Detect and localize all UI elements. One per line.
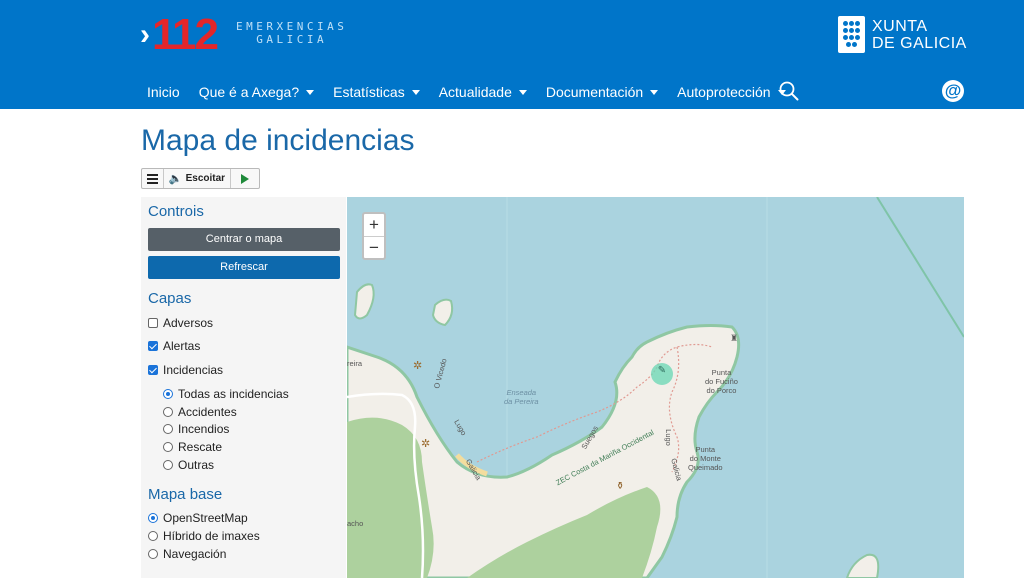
zoom-control: + −	[362, 212, 386, 260]
listen-button[interactable]: 🔈 Escoitar	[164, 169, 231, 188]
map-sidebar: Controis Centrar o mapa Refrescar Capas …	[141, 197, 346, 578]
viewpoint-icon: ✲	[421, 438, 431, 450]
filter-incendios[interactable]: Incendios	[163, 422, 229, 436]
option-label: Todas as incidencias	[178, 387, 289, 401]
radio[interactable]	[163, 442, 173, 452]
poi-icon: ⚱	[616, 481, 625, 492]
lighthouse-icon: ♜	[730, 333, 739, 343]
filter-todas[interactable]: Todas as incidencias	[163, 387, 289, 401]
nav-item-actualidade[interactable]: Actualidade	[432, 84, 534, 100]
radio[interactable]	[148, 531, 158, 541]
logo-line-2: GALICIA	[256, 33, 328, 46]
xunta-shield-icon	[838, 16, 865, 53]
nav-item-autoproteccion[interactable]: Autoprotección	[670, 84, 792, 100]
xunta-line-1: XUNTA	[872, 17, 928, 35]
layer-adversos[interactable]: Adversos	[148, 316, 213, 330]
nav-item-documentacion[interactable]: Documentación	[539, 84, 665, 100]
map-label-enseada: Enseada da Pereira	[504, 388, 539, 406]
map-label-punta-monte: Punta do Monte Queimado	[688, 445, 723, 472]
layer-alertas[interactable]: Alertas	[148, 339, 200, 353]
search-icon[interactable]	[779, 81, 799, 101]
option-label: Outras	[178, 458, 215, 472]
radio[interactable]	[148, 513, 158, 523]
nav-item-estatisticas[interactable]: Estatísticas	[326, 84, 427, 100]
caret-down-icon	[650, 89, 659, 95]
speaker-icon: 🔈	[168, 173, 183, 185]
option-label: Accidentes	[178, 405, 237, 419]
xunta-text: XUNTA DE GALICIA	[872, 18, 967, 52]
logo-line-1: EMERXENCIAS	[236, 20, 348, 33]
basemap-title: Mapa base	[148, 486, 223, 503]
basemap-navegacion[interactable]: Navegación	[148, 547, 226, 561]
option-label: Incendios	[178, 422, 230, 436]
map-label-lugo-2: Lugo	[663, 429, 673, 446]
map-label-acho: acho	[347, 519, 364, 528]
option-label: Alertas	[163, 339, 201, 353]
filter-rescate[interactable]: Rescate	[163, 440, 222, 454]
nav-label: Que é a Axega?	[198, 84, 300, 100]
option-label: Híbrido de imaxes	[163, 529, 260, 543]
caret-down-icon	[306, 89, 315, 95]
radio[interactable]	[163, 407, 173, 417]
radio[interactable]	[163, 460, 173, 470]
emerxencias-112-logo[interactable]: › 112 EMERXENCIAS GALICIA	[140, 10, 344, 59]
checkbox[interactable]	[148, 318, 158, 328]
map-label-punta-porco: Punta do Fuciño do Porco	[705, 368, 738, 395]
option-label: Navegación	[163, 547, 227, 561]
logo-text: EMERXENCIAS GALICIA	[236, 20, 347, 46]
hamburger-menu-icon[interactable]	[142, 169, 164, 188]
main-nav: Inicio Que é a Axega? Estatísticas Actua…	[140, 80, 798, 104]
zoom-out-button[interactable]: −	[364, 236, 384, 258]
play-icon	[241, 173, 249, 184]
viewpoint-icon: ✲	[413, 360, 423, 372]
read-speaker-toolbar: 🔈 Escoitar	[141, 168, 260, 189]
listen-label: Escoitar	[185, 173, 226, 184]
page-title: Mapa de incidencias	[141, 124, 415, 157]
option-label: Incidencias	[163, 363, 224, 377]
filter-accidentes[interactable]: Accidentes	[163, 405, 237, 419]
alert-marker-icon[interactable]: ✎	[651, 365, 673, 383]
nav-label: Actualidade	[438, 84, 512, 100]
basemap-hibrido[interactable]: Híbrido de imaxes	[148, 529, 260, 543]
layers-title: Capas	[148, 290, 192, 307]
nav-label: Documentación	[545, 84, 644, 100]
radio[interactable]	[163, 389, 173, 399]
site-header: › 112 EMERXENCIAS GALICIA XUNTA DE GALIC…	[0, 0, 1024, 109]
nav-label: Autoprotección	[677, 84, 771, 100]
radio[interactable]	[148, 549, 158, 559]
radio[interactable]	[163, 424, 173, 434]
option-label: Adversos	[163, 316, 214, 330]
nav-item-inicio[interactable]: Inicio	[140, 84, 187, 100]
controls-title: Controis	[148, 203, 204, 220]
xunta-line-2: DE GALICIA	[872, 34, 967, 52]
option-label: OpenStreetMap	[163, 511, 248, 525]
map-label-reira: reira	[347, 359, 363, 368]
nav-label: Estatísticas	[333, 84, 405, 100]
filter-outras[interactable]: Outras	[163, 458, 214, 472]
logo-number: 112	[152, 10, 219, 59]
xunta-logo[interactable]: XUNTA DE GALICIA	[838, 16, 967, 53]
refresh-button[interactable]: Refrescar	[148, 256, 340, 279]
caret-down-icon	[518, 89, 527, 95]
caret-down-icon	[411, 89, 420, 95]
zoom-in-button[interactable]: +	[364, 214, 384, 236]
layer-incidencias[interactable]: Incidencias	[148, 363, 223, 377]
play-button[interactable]	[231, 169, 259, 188]
at-icon[interactable]: @	[942, 80, 964, 102]
chevron-right-icon: ›	[140, 18, 150, 51]
checkbox[interactable]	[148, 341, 158, 351]
option-label: Rescate	[178, 440, 223, 454]
incidents-map[interactable]: + − Enseada da Pereira Punta do Fuciño d…	[347, 197, 964, 578]
basemap-openstreetmap[interactable]: OpenStreetMap	[148, 511, 248, 525]
nav-label: Inicio	[147, 84, 180, 100]
checkbox[interactable]	[148, 365, 158, 375]
center-map-button[interactable]: Centrar o mapa	[148, 228, 340, 251]
nav-item-que-e-a-axega[interactable]: Que é a Axega?	[192, 84, 321, 100]
